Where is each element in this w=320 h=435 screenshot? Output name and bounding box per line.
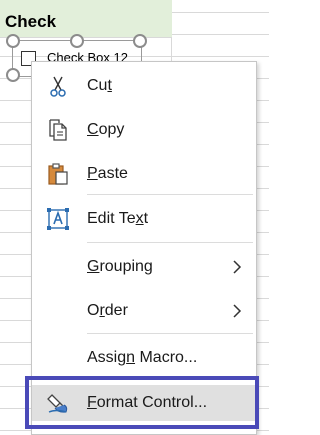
menu-item-copy[interactable]: Copy	[32, 112, 256, 148]
chevron-right-icon	[230, 302, 244, 320]
paste-icon	[46, 162, 70, 186]
menu-item-grouping[interactable]: Grouping	[32, 249, 256, 285]
resize-handle-top-right[interactable]	[133, 34, 147, 48]
menu-item-label: Assign Macro...	[87, 349, 198, 366]
menu-item-cut[interactable]: Cut	[32, 68, 256, 104]
menu-item-paste[interactable]: Paste	[32, 156, 256, 192]
menu-separator	[87, 333, 253, 334]
menu-item-order[interactable]: Order	[32, 293, 256, 329]
menu-item-edit-text[interactable]: Edit Text	[32, 201, 256, 237]
menu-item-label: Edit Text	[87, 210, 149, 227]
highlight-box	[25, 376, 259, 429]
edit-text-icon	[46, 207, 70, 231]
copy-icon	[46, 118, 70, 142]
chevron-right-icon	[230, 258, 244, 276]
menu-item-label: Paste	[87, 165, 128, 182]
resize-handle-bottom-left[interactable]	[6, 68, 20, 82]
menu-separator	[87, 242, 253, 243]
resize-handle-top-middle[interactable]	[70, 34, 84, 48]
menu-item-label: Cut	[87, 77, 112, 94]
resize-handle-top-left[interactable]	[6, 34, 20, 48]
menu-item-label: Order	[87, 302, 128, 319]
menu-item-label: Copy	[87, 121, 125, 138]
menu-separator	[87, 194, 253, 195]
menu-item-label: Grouping	[87, 258, 153, 275]
scissors-icon	[46, 74, 70, 98]
header-text: Check	[5, 12, 57, 31]
menu-item-assign-macro[interactable]: Assign Macro...	[32, 340, 256, 376]
header-cell[interactable]: Check	[0, 0, 172, 38]
